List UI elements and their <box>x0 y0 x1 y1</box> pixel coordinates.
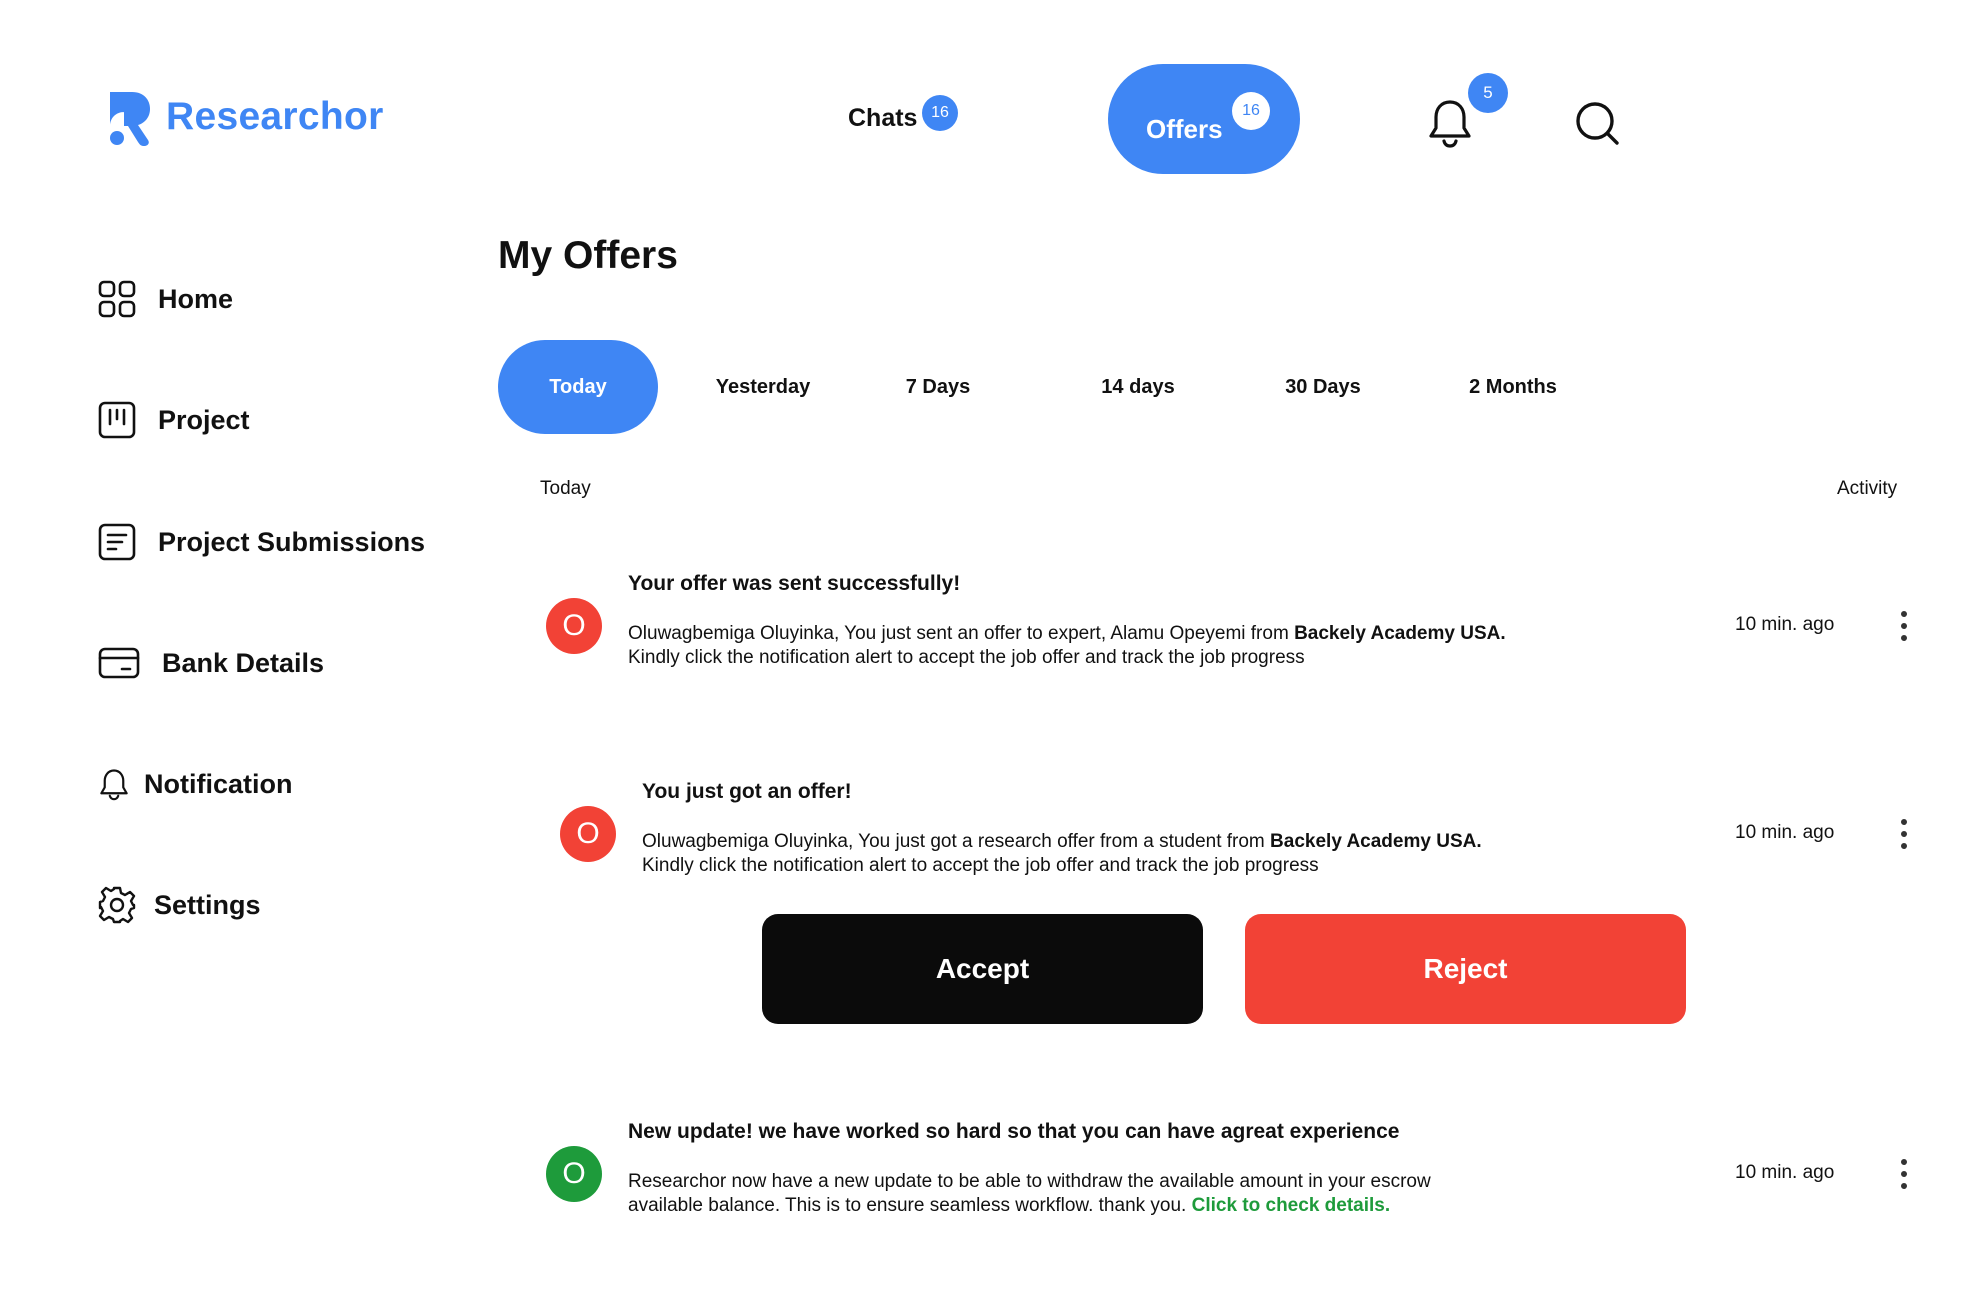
notification-time: 10 min. ago <box>1735 1162 1835 1183</box>
card-icon <box>98 647 140 679</box>
notification-body-text: Oluwagbemiga Oluyinka, You just sent an … <box>628 623 1295 644</box>
notification-time: 10 min. ago <box>1735 822 1835 843</box>
tab-label: Today <box>549 375 607 398</box>
notification-body-text: Kindly click the notification alert to a… <box>628 647 1305 668</box>
researchor-logo-icon <box>110 92 150 146</box>
notification-body-text: available balance. This is to ensure sea… <box>628 1195 1192 1216</box>
more-options-icon[interactable] <box>1896 819 1912 849</box>
notification-body-text: Researchor now have a new update to be a… <box>628 1171 1431 1192</box>
avatar: O <box>560 806 616 862</box>
sidebar-item-project-submissions[interactable]: Project Submissions <box>98 523 425 561</box>
reject-button[interactable]: Reject <box>1245 914 1686 1024</box>
list-header-today: Today <box>540 478 591 499</box>
chats-count-badge: 16 <box>922 95 958 131</box>
sidebar-item-label: Project Submissions <box>158 526 426 557</box>
offers-count-badge: 16 <box>1232 92 1270 130</box>
notification-body-bold: Backely Academy USA. <box>1270 831 1482 852</box>
notification-body: Oluwagbemiga Oluyinka, You just sent an … <box>628 622 1608 670</box>
sidebar-item-label: Settings <box>154 889 261 920</box>
avatar: O <box>546 1146 602 1202</box>
nav-chats[interactable]: Chats <box>848 104 917 133</box>
kanban-icon <box>98 401 136 439</box>
bell-icon <box>100 769 128 801</box>
notification-title: Your offer was sent successfully! <box>628 572 961 595</box>
brand-name: Researchor <box>166 95 384 138</box>
notifications-count-badge: 5 <box>1468 73 1508 113</box>
sidebar-item-home[interactable]: Home <box>98 280 233 318</box>
grid-icon <box>98 280 136 318</box>
brand-logo[interactable]: Researchor <box>104 88 384 146</box>
notification-title: New update! we have worked so hard so th… <box>628 1120 1400 1143</box>
tab-label: 7 Days <box>905 375 971 398</box>
app-window: Researchor Chats 16 Offers 16 5 Home Pro… <box>0 0 1980 1300</box>
avatar: O <box>546 598 602 654</box>
sidebar-item-settings[interactable]: Settings <box>98 886 261 924</box>
notification-body-text: Oluwagbemiga Oluyinka, You just got a re… <box>642 831 1271 852</box>
search-icon[interactable] <box>1574 100 1620 146</box>
sidebar-item-notification[interactable]: Notification <box>98 765 293 803</box>
notification-body: Oluwagbemiga Oluyinka, You just got a re… <box>642 830 1622 878</box>
tab-14-days[interactable]: 14 days <box>1038 340 1238 434</box>
notification-body-text: Kindly click the notification alert to a… <box>642 855 1319 876</box>
page-title: My Offers <box>498 234 678 277</box>
tab-30-days[interactable]: 30 Days <box>1228 340 1418 434</box>
sidebar-item-label: Bank Details <box>162 647 325 678</box>
nav-offers[interactable]: Offers <box>1108 64 1300 174</box>
tab-label: 14 days <box>1101 375 1175 398</box>
notification-title: You just got an offer! <box>642 780 852 803</box>
bell-icon[interactable] <box>1428 98 1472 148</box>
sidebar-item-label: Home <box>158 283 234 314</box>
nav-offers-label: Offers <box>1146 114 1223 144</box>
tab-label: Yesterday <box>715 375 811 398</box>
more-options-icon[interactable] <box>1896 1159 1912 1189</box>
notification-body: Researchor now have a new update to be a… <box>628 1170 1608 1218</box>
more-options-icon[interactable] <box>1896 611 1912 641</box>
tab-2-months[interactable]: 2 Months <box>1408 340 1618 434</box>
accept-button[interactable]: Accept <box>762 914 1203 1024</box>
sidebar-item-project[interactable]: Project <box>98 401 250 439</box>
tab-yesterday[interactable]: Yesterday <box>648 340 878 434</box>
tab-label: 30 Days <box>1285 375 1361 398</box>
gear-icon <box>98 886 136 924</box>
sidebar-item-label: Notification <box>144 768 293 799</box>
notification-time: 10 min. ago <box>1735 614 1835 635</box>
list-header-activity: Activity <box>1837 478 1898 499</box>
tab-today[interactable]: Today <box>498 340 658 434</box>
tab-label: 2 Months <box>1469 375 1557 398</box>
check-details-link[interactable]: Click to check details. <box>1192 1195 1391 1216</box>
tab-7-days[interactable]: 7 Days <box>858 340 1018 434</box>
notification-body-bold: Backely Academy USA. <box>1294 623 1506 644</box>
sidebar-item-bank-details[interactable]: Bank Details <box>98 644 324 682</box>
sidebar-item-label: Project <box>158 404 250 435</box>
document-icon <box>98 523 136 561</box>
